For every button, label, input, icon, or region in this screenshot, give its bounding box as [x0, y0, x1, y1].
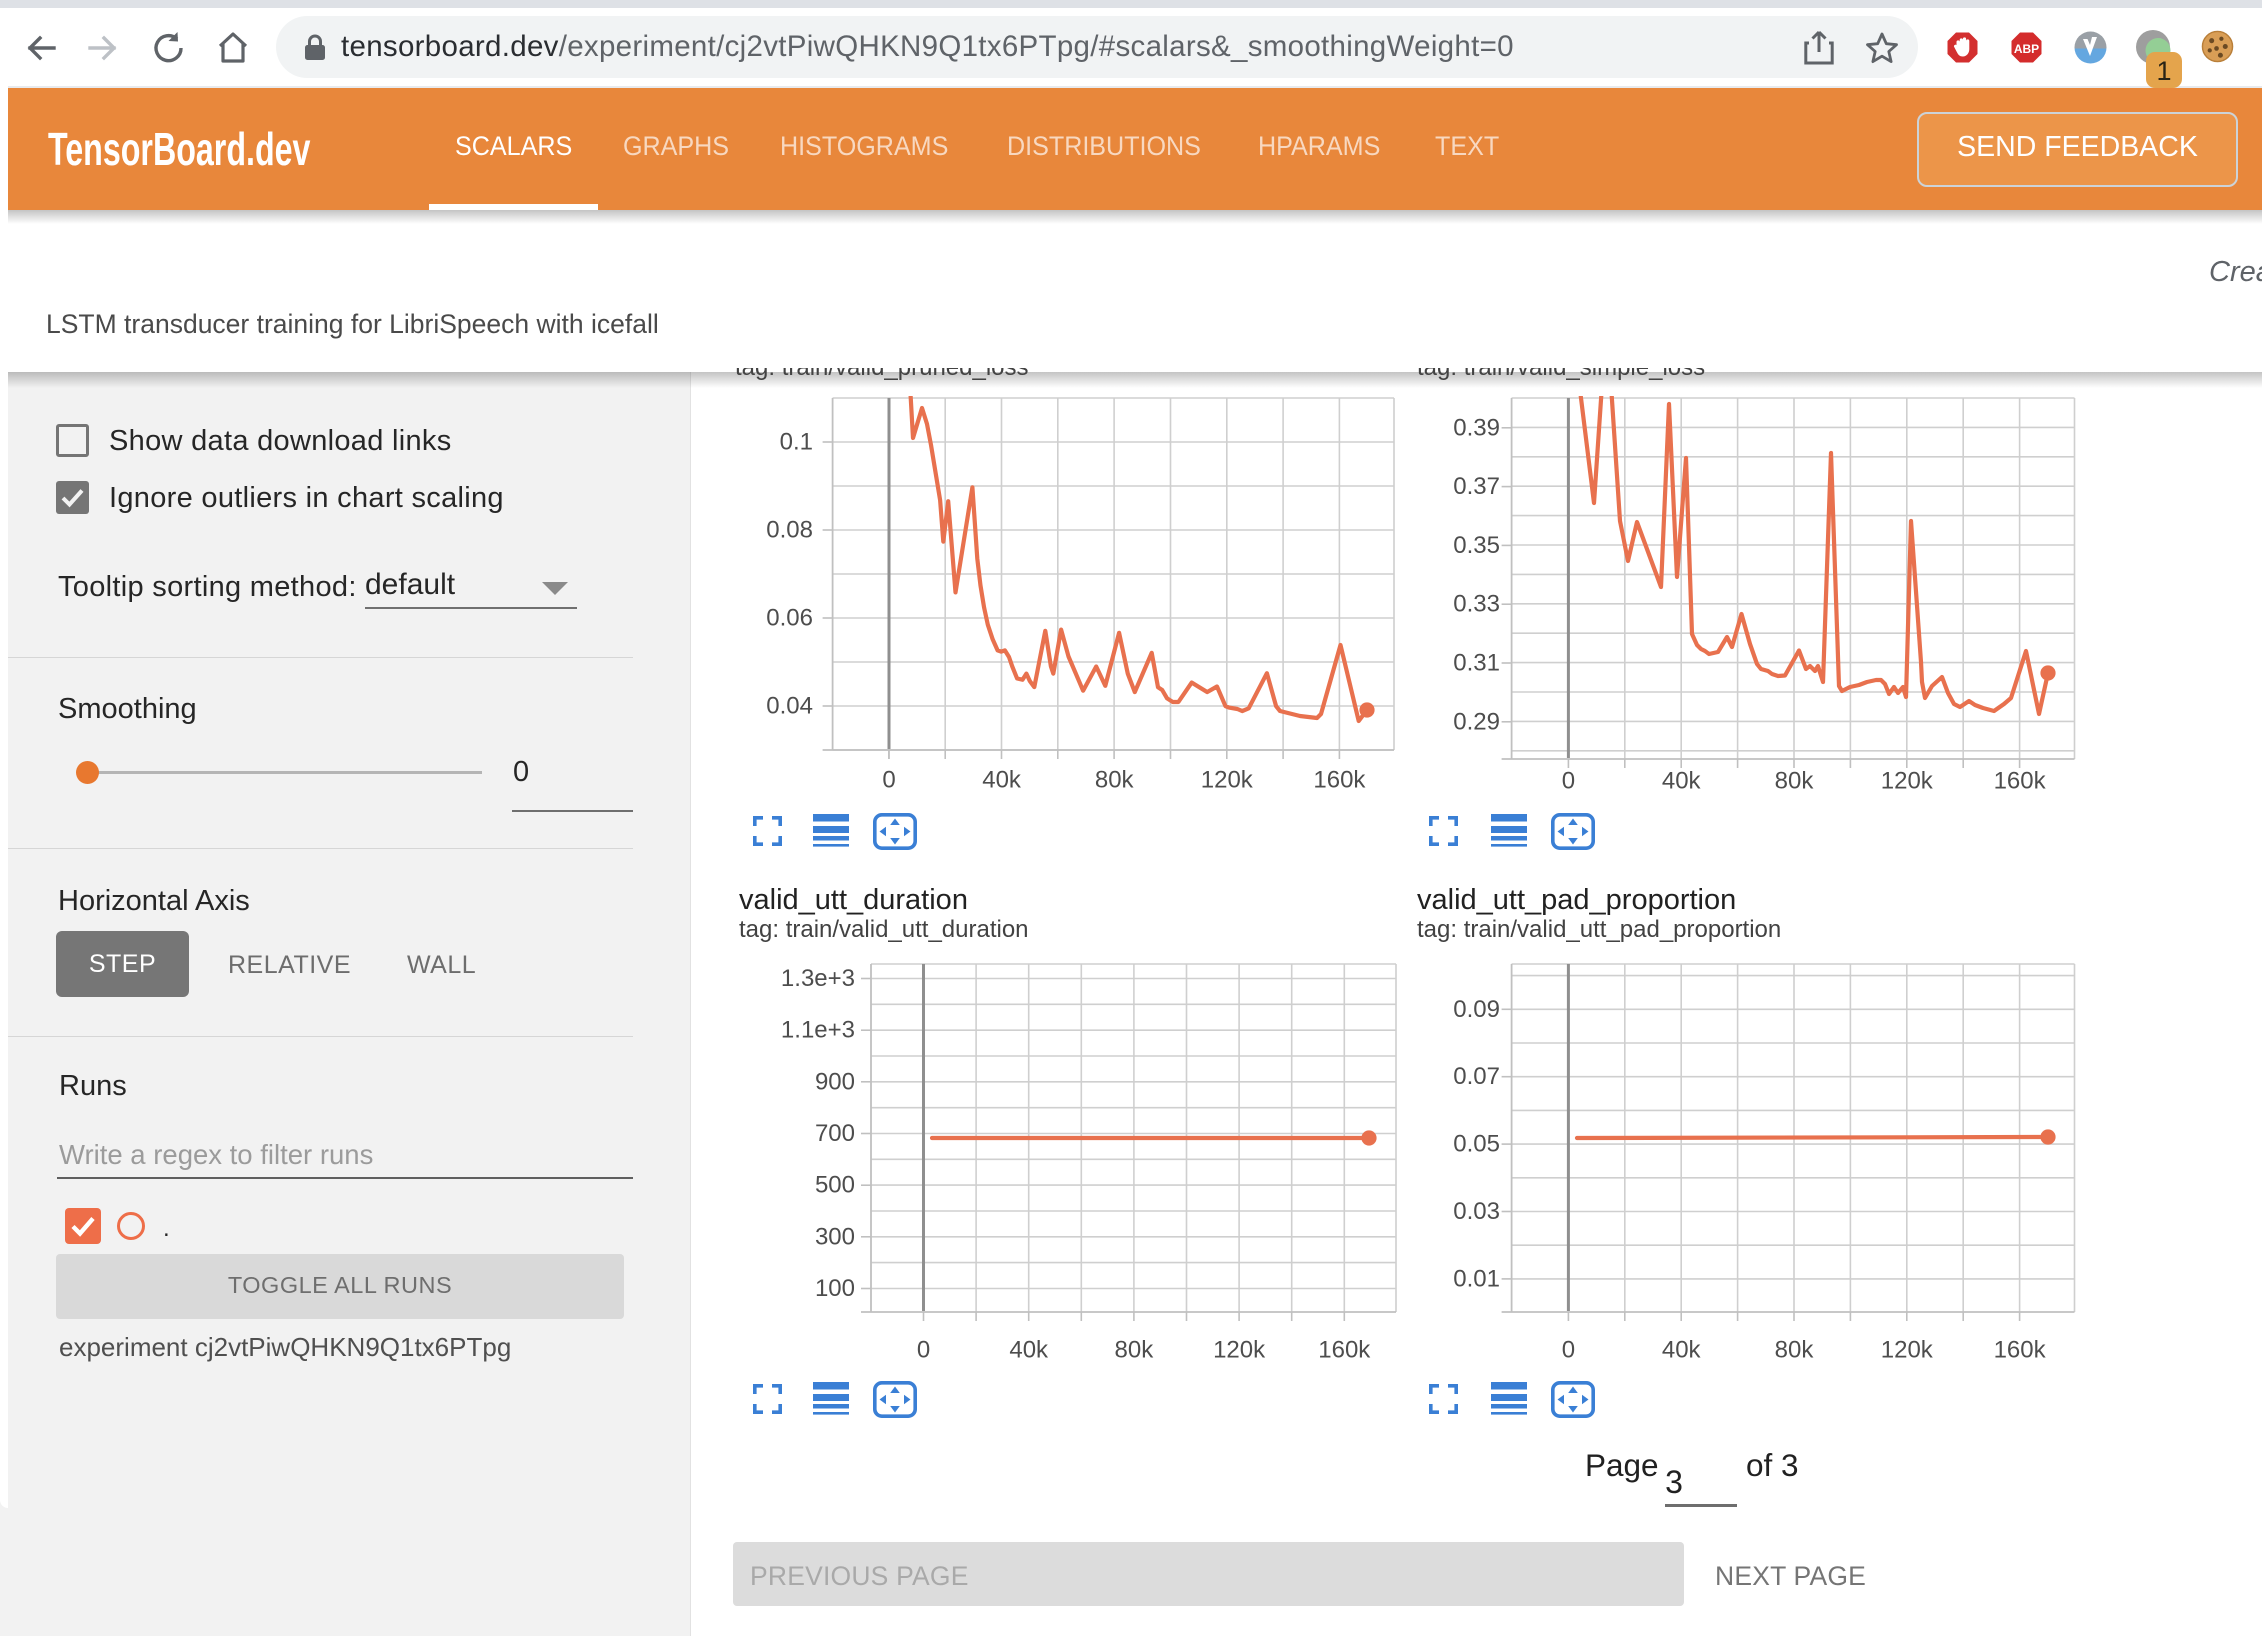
- svg-text:0.39: 0.39: [1453, 414, 1500, 441]
- svg-text:0.09: 0.09: [1453, 996, 1500, 1023]
- svg-text:80k: 80k: [1115, 1337, 1155, 1364]
- svg-text:1.1e+3: 1.1e+3: [781, 1017, 855, 1044]
- svg-text:120k: 120k: [1201, 767, 1254, 794]
- svg-text:40k: 40k: [1662, 1337, 1702, 1364]
- svg-text:120k: 120k: [1881, 768, 1934, 795]
- svg-text:0: 0: [882, 767, 895, 794]
- svg-text:0.31: 0.31: [1453, 650, 1500, 677]
- svg-text:500: 500: [815, 1172, 855, 1199]
- svg-text:0.35: 0.35: [1453, 532, 1500, 559]
- svg-text:300: 300: [815, 1223, 855, 1250]
- svg-text:0.05: 0.05: [1453, 1131, 1500, 1158]
- svg-text:40k: 40k: [1662, 768, 1702, 795]
- svg-text:160k: 160k: [1994, 768, 2047, 795]
- svg-text:0.1: 0.1: [780, 429, 813, 456]
- svg-text:160k: 160k: [1313, 767, 1366, 794]
- svg-text:0.01: 0.01: [1453, 1265, 1500, 1292]
- svg-text:0: 0: [1562, 768, 1575, 795]
- svg-text:120k: 120k: [1213, 1337, 1266, 1364]
- svg-text:160k: 160k: [1994, 1337, 2047, 1364]
- svg-text:0.08: 0.08: [766, 517, 813, 544]
- svg-text:0.29: 0.29: [1453, 708, 1500, 735]
- svg-text:80k: 80k: [1775, 1337, 1815, 1364]
- svg-text:80k: 80k: [1775, 768, 1815, 795]
- svg-text:ABP: ABP: [2014, 42, 2039, 56]
- svg-text:0.06: 0.06: [766, 605, 813, 632]
- svg-text:0.04: 0.04: [766, 693, 813, 720]
- svg-text:100: 100: [815, 1275, 855, 1302]
- svg-text:120k: 120k: [1881, 1337, 1934, 1364]
- svg-text:40k: 40k: [982, 767, 1022, 794]
- svg-text:80k: 80k: [1095, 767, 1135, 794]
- svg-text:900: 900: [815, 1068, 855, 1095]
- svg-text:1: 1: [2156, 56, 2171, 86]
- svg-text:0.03: 0.03: [1453, 1198, 1500, 1225]
- svg-text:160k: 160k: [1318, 1337, 1371, 1364]
- svg-text:700: 700: [815, 1120, 855, 1147]
- svg-text:0: 0: [917, 1337, 930, 1364]
- svg-text:1.3e+3: 1.3e+3: [781, 965, 855, 992]
- svg-text:0.07: 0.07: [1453, 1063, 1500, 1090]
- svg-text:0.33: 0.33: [1453, 591, 1500, 618]
- svg-text:0.37: 0.37: [1453, 473, 1500, 500]
- svg-text:0: 0: [1562, 1337, 1575, 1364]
- svg-text:40k: 40k: [1009, 1337, 1049, 1364]
